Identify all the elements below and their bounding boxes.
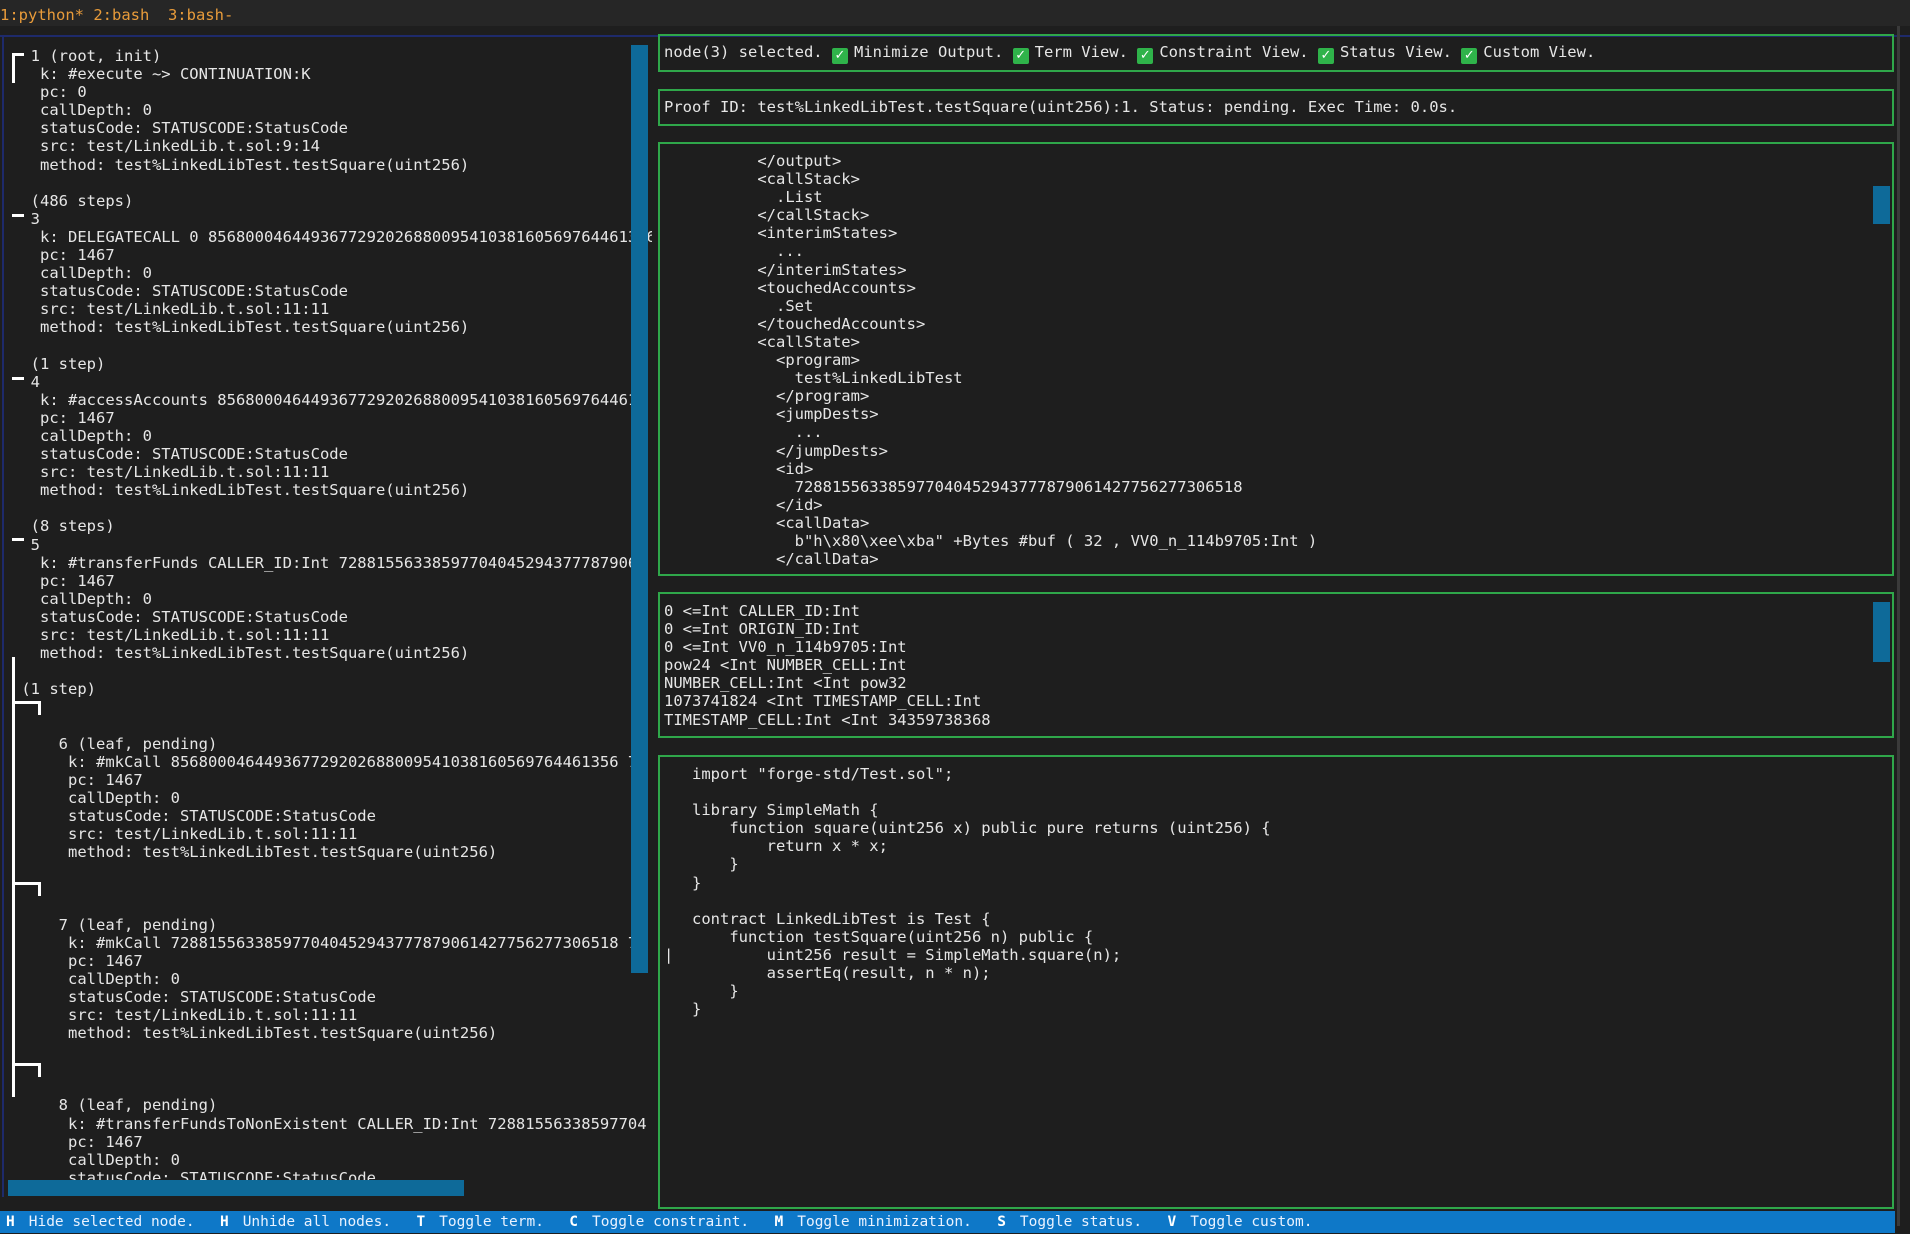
toggle-term-view[interactable]: ✓ Term View. [1012,43,1128,64]
view-toggle-header: node(3) selected. ✓ Minimize Output. ✓ Ter… [658,34,1894,72]
tree-horizontal-scrollbar[interactable] [8,1180,464,1196]
term-view-pane[interactable]: </output> <callStack> .List </callStack>… [658,142,1894,576]
footer-toggle-status[interactable]: S Toggle status. [991,1211,1152,1233]
toggle-status-view[interactable]: ✓ Status View. [1317,43,1452,64]
checkbox-checked-icon: ✓ [1317,48,1334,64]
custom-source-view-pane[interactable]: import "forge-std/Test.sol"; library Sim… [658,755,1894,1209]
checkbox-checked-icon: ✓ [1137,48,1154,64]
constraint-view-text: 0 <=Int CALLER_ID:Int 0 <=Int ORIGIN_ID:… [664,602,991,729]
right-pane-border [1897,26,1900,1226]
toggle-custom-view[interactable]: ✓ Custom View. [1461,43,1595,64]
checkbox-checked-icon: ✓ [1012,48,1029,64]
tmux-window-list[interactable]: 1:python* 2:bash 3:bash- [0,0,1910,26]
proof-status-text: Proof ID: test%LinkedLibTest.testSquare(… [664,98,1458,116]
keybinding-footer: H Hide selected node. H Unhide all nodes. … [0,1211,1895,1233]
checkbox-checked-icon: ✓ [1461,48,1478,64]
footer-toggle-constraint[interactable]: C Toggle constraint. [563,1211,759,1233]
tree-vertical-scrollbar[interactable] [631,45,648,973]
selected-node-label: node(3) selected. [664,43,823,61]
toggle-constraint-view[interactable]: ✓ Constraint View. [1137,43,1309,64]
footer-unhide-all-nodes[interactable]: H Unhide all nodes. [214,1211,401,1233]
constraint-view-pane[interactable]: 0 <=Int CALLER_ID:Int 0 <=Int ORIGIN_ID:… [658,592,1894,738]
footer-hide-selected-node[interactable]: H Hide selected node. [0,1211,205,1233]
checkbox-checked-icon: ✓ [831,48,848,64]
footer-toggle-minimization[interactable]: M Toggle minimization. [769,1211,982,1233]
footer-toggle-term[interactable]: T Toggle term. [410,1211,554,1233]
proof-tree-nodes[interactable]: 1 (root, init) k: #execute ~> CONTINUATI… [12,47,652,1187]
toggle-minimize-output[interactable]: ✓ Minimize Output. [831,43,1003,64]
term-view-text: </output> <callStack> .List </callStack>… [757,152,1318,569]
term-scrollbar[interactable] [1873,186,1890,224]
footer-toggle-custom[interactable]: V Toggle custom. [1161,1211,1322,1233]
proof-tree-pane[interactable]: 1 (root, init) k: #execute ~> CONTINUATI… [2,35,652,1197]
proof-status-pane: Proof ID: test%LinkedLibTest.testSquare(… [658,89,1894,126]
source-code-text: import "forge-std/Test.sol"; library Sim… [664,765,1271,1019]
constraint-scrollbar[interactable] [1873,602,1890,662]
